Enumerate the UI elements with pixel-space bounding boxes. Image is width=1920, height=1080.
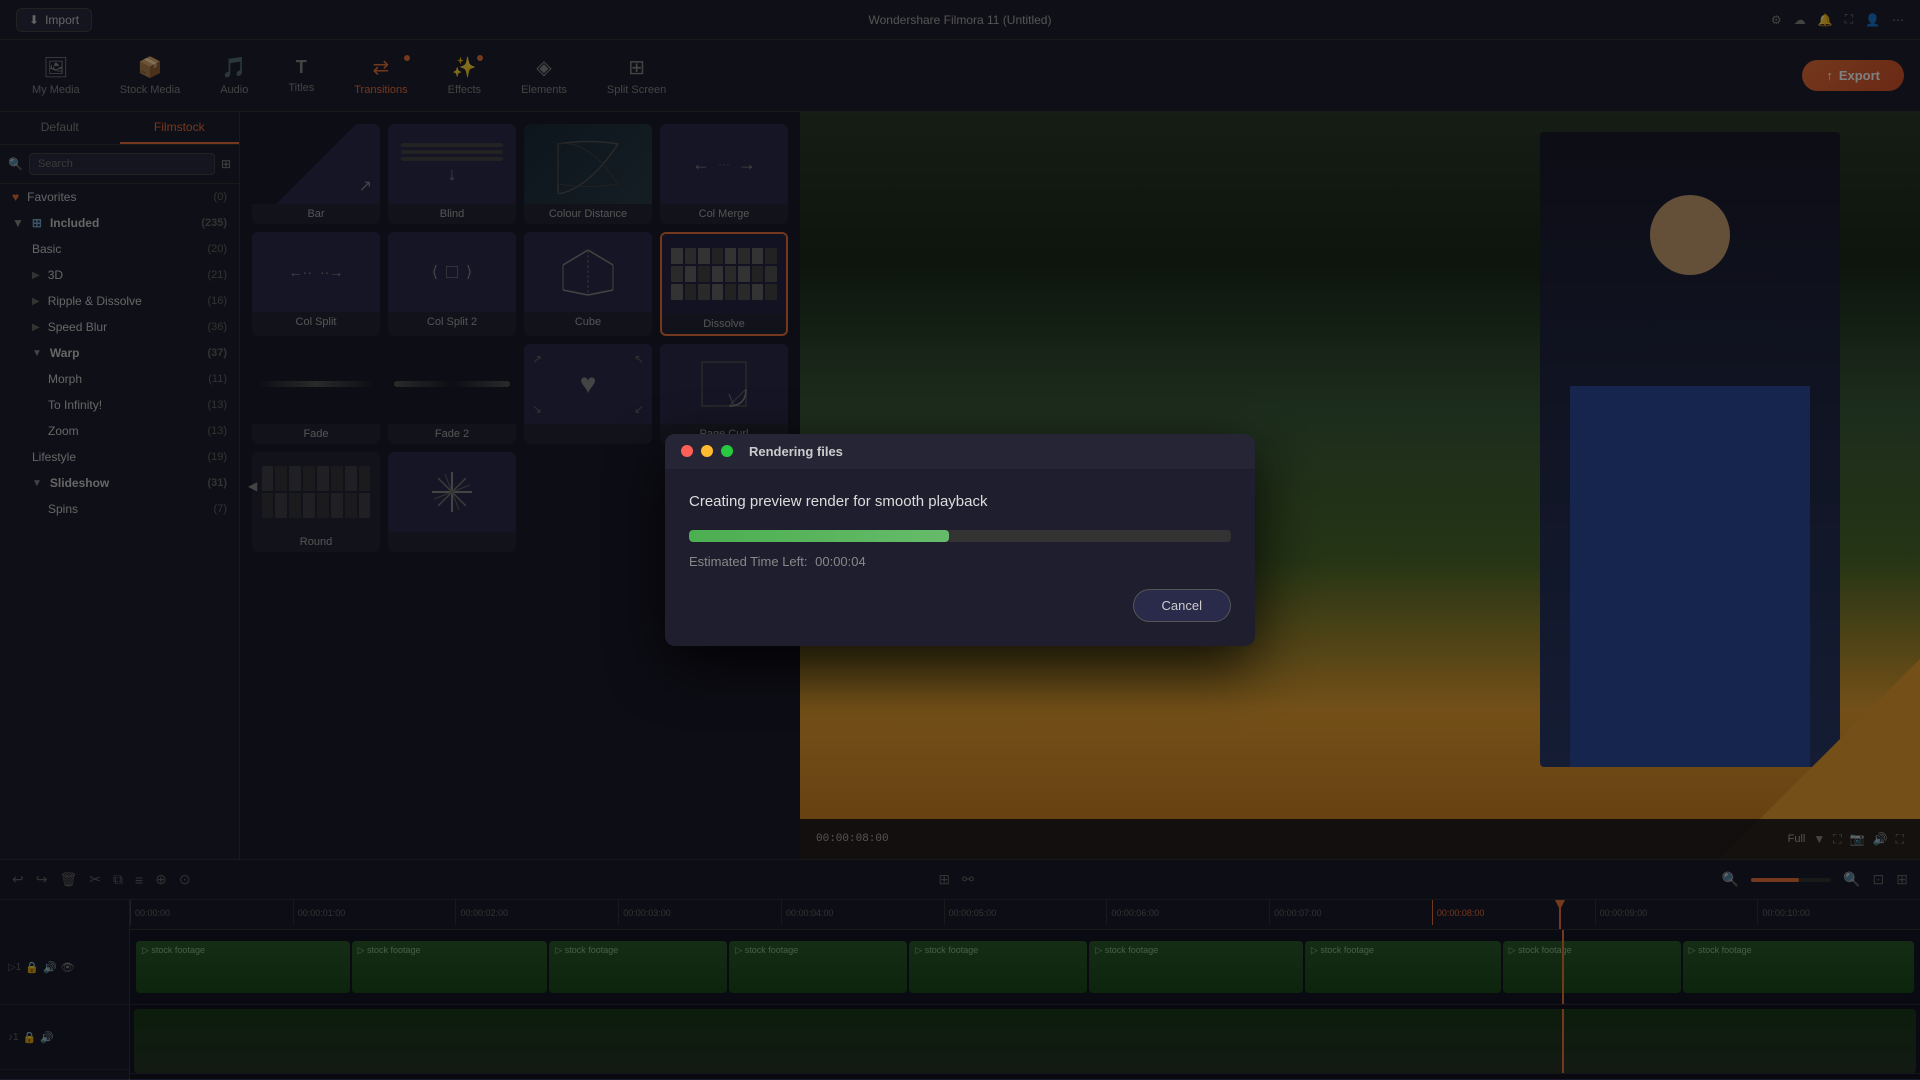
dialog-dot-yellow [701,445,713,457]
time-left-label: Estimated Time Left: [689,554,808,569]
render-message: Creating preview render for smooth playb… [689,493,1231,510]
progress-bar-background [689,530,1231,542]
dialog-actions: Cancel [689,589,1231,622]
dialog-dot-red [681,445,693,457]
dialog-overlay: Rendering files Creating preview render … [0,0,1920,1079]
dialog-dot-green [721,445,733,457]
time-left-display: Estimated Time Left: 00:00:04 [689,554,1231,569]
time-left-value: 00:00:04 [815,554,866,569]
progress-bar-fill [689,530,949,542]
render-dialog: Rendering files Creating preview render … [665,434,1255,646]
cancel-button[interactable]: Cancel [1133,589,1231,622]
dialog-titlebar: Rendering files [665,434,1255,469]
dialog-title: Rendering files [749,444,843,459]
dialog-body: Creating preview render for smooth playb… [665,469,1255,646]
